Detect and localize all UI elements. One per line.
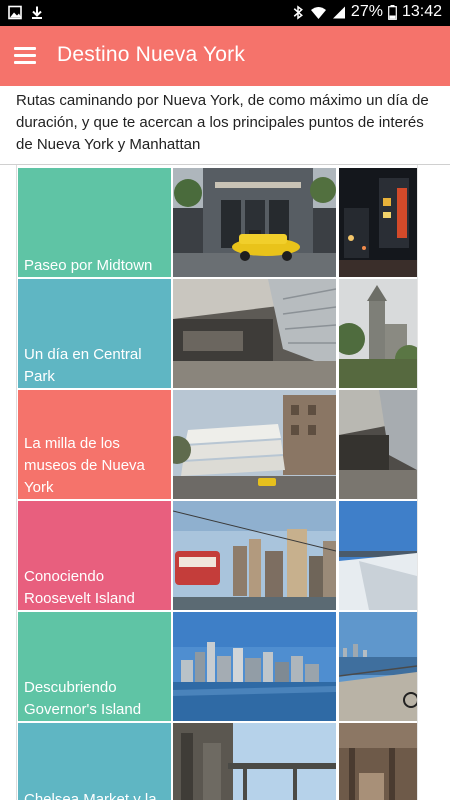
route-name: Un día en Central Park [24, 346, 142, 385]
battery-percentage: 27% [350, 3, 383, 20]
route-tile[interactable]: Descubriendo Governor's Island [18, 612, 171, 721]
intro-description: Rutas caminando por Nueva York, de como … [16, 92, 429, 153]
route-tile[interactable]: Un día en Central Park [18, 279, 171, 388]
route-list[interactable]: Paseo por Midtown Un día en Central Park… [0, 165, 450, 800]
route-photo-waterfront-promenade-bike[interactable] [339, 612, 417, 721]
image-icon [8, 5, 22, 20]
route-photo-midtown-street-taxi[interactable] [173, 168, 336, 277]
list-border-left [16, 165, 17, 800]
route-item-central-park[interactable]: Un día en Central Park [18, 279, 417, 388]
route-photo-roosevelt-tram-skyline[interactable] [173, 501, 336, 610]
route-item-governors-island[interactable]: Descubriendo Governor's Island [18, 612, 417, 721]
route-photo-manhattan-skyline-water[interactable] [173, 612, 336, 721]
route-photo-market-interior[interactable] [339, 723, 417, 800]
route-photo-riverside-park-slope[interactable] [339, 501, 417, 610]
clock: 13:42 [401, 3, 442, 20]
route-item-roosevelt-island[interactable]: Conociendo Roosevelt Island [18, 501, 417, 610]
route-photo-high-line-walkway[interactable] [173, 723, 336, 800]
route-item-museum-mile[interactable]: La milla de los museos de Nueva York [18, 390, 417, 499]
route-photo-guggenheim-museum[interactable] [173, 390, 336, 499]
route-photo-castle-tower[interactable] [339, 279, 417, 388]
bluetooth-icon [291, 4, 305, 20]
signal-icon [332, 5, 346, 20]
battery-icon [388, 4, 397, 20]
route-name: Descubriendo Governor's Island [24, 679, 142, 718]
route-tile[interactable]: Conociendo Roosevelt Island [18, 501, 171, 610]
list-border-right [417, 165, 418, 800]
status-bar: 27% 13:42 [0, 0, 450, 26]
download-icon [30, 5, 44, 20]
route-tile[interactable]: Paseo por Midtown [18, 168, 171, 277]
route-item-chelsea-market[interactable]: Chelsea Market y la [18, 723, 417, 800]
route-tile[interactable]: La milla de los museos de Nueva York [18, 390, 171, 499]
route-name: Chelsea Market y la [24, 791, 157, 800]
route-item-midtown[interactable]: Paseo por Midtown [18, 168, 417, 277]
route-photo-museum-glass-hall[interactable] [173, 279, 336, 388]
route-photo-times-square-night[interactable] [339, 168, 417, 277]
hamburger-menu-icon[interactable] [14, 45, 38, 67]
route-tile[interactable]: Chelsea Market y la [18, 723, 171, 800]
wifi-icon [310, 5, 327, 20]
route-name: La milla de los museos de Nueva York [24, 435, 145, 496]
app-title: Destino Nueva York [57, 43, 246, 66]
route-photo-museum-glass-hall-2[interactable] [339, 390, 417, 499]
route-name: Paseo por Midtown [24, 257, 153, 274]
app-bar: Destino Nueva York [0, 26, 450, 86]
route-name: Conociendo Roosevelt Island [24, 568, 135, 607]
